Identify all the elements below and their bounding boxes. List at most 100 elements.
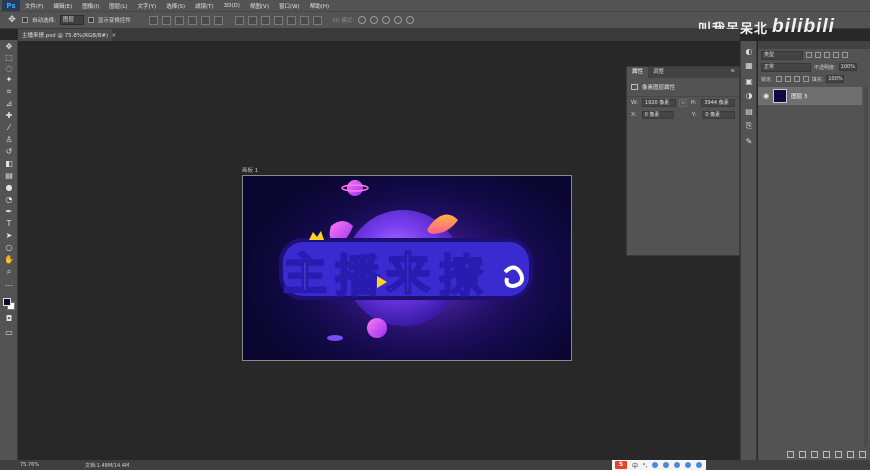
lock-position-icon[interactable] bbox=[793, 76, 800, 82]
move-tool-icon[interactable]: ✥ bbox=[3, 42, 15, 52]
kind-filter-dropdown[interactable]: 类型 bbox=[761, 50, 803, 60]
emoji-icon[interactable] bbox=[652, 462, 659, 468]
tab-properties[interactable]: 属性 bbox=[627, 67, 649, 78]
align-bottom-button[interactable] bbox=[174, 15, 184, 25]
width-field[interactable]: 1920 像素 bbox=[641, 99, 676, 107]
marquee-tool-icon[interactable]: ⬚ bbox=[3, 53, 15, 63]
zoom-level[interactable]: 75.76% bbox=[20, 462, 39, 468]
layers-scrollbar[interactable] bbox=[864, 87, 868, 447]
menu-select[interactable]: 选择(S) bbox=[161, 2, 190, 10]
type-tool-icon[interactable]: T bbox=[3, 219, 15, 229]
history-brush-icon[interactable]: ↺ bbox=[3, 147, 15, 157]
lasso-tool-icon[interactable]: ◌ bbox=[3, 64, 15, 74]
blur-tool-icon[interactable]: ● bbox=[3, 183, 15, 193]
dodge-tool-icon[interactable]: ◔ bbox=[3, 195, 15, 205]
history-panel-icon[interactable]: ⎘ bbox=[744, 121, 754, 131]
filter-shape-icon[interactable] bbox=[833, 52, 839, 58]
pen-tool-icon[interactable]: ✒ bbox=[3, 207, 15, 217]
crop-tool-icon[interactable]: ⌗ bbox=[3, 87, 15, 97]
blend-mode-dropdown[interactable]: 正常 bbox=[761, 62, 811, 72]
menu-filter[interactable]: 滤镜(T) bbox=[190, 2, 219, 10]
clone-stamp-icon[interactable]: ♙ bbox=[3, 135, 15, 145]
zoom-tool-icon[interactable]: ⌕ bbox=[3, 267, 15, 277]
new-group-icon[interactable] bbox=[835, 450, 842, 458]
libraries-panel-icon[interactable]: ▤ bbox=[744, 107, 754, 117]
lock-transparent-icon[interactable] bbox=[775, 76, 782, 82]
distribute-top-button[interactable] bbox=[234, 15, 244, 25]
menu-type[interactable]: 文字(Y) bbox=[133, 2, 162, 10]
tab-adjustments[interactable]: 调整 bbox=[648, 67, 669, 78]
move-tool-preset-icon[interactable]: ✥ bbox=[6, 14, 18, 26]
3d-slide-icon[interactable] bbox=[394, 16, 403, 24]
microphone-icon[interactable] bbox=[663, 462, 670, 468]
3d-drag-icon[interactable] bbox=[382, 16, 391, 24]
hand-tool-icon[interactable]: ✋ bbox=[3, 255, 15, 265]
auto-select-checkbox[interactable] bbox=[22, 17, 28, 23]
new-layer-icon[interactable] bbox=[847, 450, 854, 458]
foreground-color-swatch[interactable] bbox=[3, 298, 11, 306]
menu-help[interactable]: 帮助(H) bbox=[305, 2, 334, 10]
keyboard-icon[interactable] bbox=[674, 462, 681, 468]
eye-icon[interactable]: ◉ bbox=[763, 92, 769, 100]
filter-type-icon[interactable] bbox=[824, 52, 830, 58]
layer-name[interactable]: 图层 3 bbox=[791, 92, 807, 100]
distribute-vcenter-button[interactable] bbox=[247, 15, 257, 25]
panel-menu-icon[interactable]: ≡ bbox=[730, 68, 735, 74]
align-hcenter-button[interactable] bbox=[200, 15, 210, 25]
adjustment-layer-icon[interactable] bbox=[823, 450, 830, 458]
3d-rotate-icon[interactable] bbox=[358, 16, 367, 24]
distribute-bottom-button[interactable] bbox=[260, 15, 270, 25]
align-right-button[interactable] bbox=[213, 15, 223, 25]
more-tools-icon[interactable]: … bbox=[3, 279, 15, 289]
height-field[interactable]: 3944 像素 bbox=[701, 99, 736, 107]
screen-mode-icon[interactable]: ▭ bbox=[3, 328, 15, 338]
toolbox-icon[interactable] bbox=[696, 462, 703, 468]
layer-row[interactable]: ◉ 图层 3 bbox=[758, 87, 862, 105]
properties-panel-icon[interactable]: ▣ bbox=[744, 77, 754, 87]
3d-roll-icon[interactable] bbox=[370, 16, 379, 24]
show-transform-checkbox[interactable] bbox=[87, 17, 94, 23]
close-icon[interactable]: × bbox=[111, 32, 116, 39]
lock-pixels-icon[interactable] bbox=[784, 76, 791, 82]
magic-wand-icon[interactable]: ✦ bbox=[3, 75, 15, 85]
filter-adjust-icon[interactable] bbox=[815, 52, 821, 58]
menu-image[interactable]: 图像(I) bbox=[77, 2, 104, 10]
align-top-button[interactable] bbox=[148, 15, 158, 25]
eraser-icon[interactable]: ◧ bbox=[3, 159, 15, 169]
ime-toolbar[interactable]: S 中 ᵒ, bbox=[612, 460, 706, 470]
brush-tool-icon[interactable]: ⁄ bbox=[3, 123, 15, 133]
y-field[interactable]: 0 像素 bbox=[702, 111, 736, 119]
align-vcenter-button[interactable] bbox=[161, 15, 171, 25]
document-canvas[interactable]: 主 播 来 撩 bbox=[242, 175, 572, 361]
eyedropper-icon[interactable]: ⊿ bbox=[3, 99, 15, 109]
path-select-icon[interactable]: ➤ bbox=[3, 231, 15, 241]
layer-style-icon[interactable] bbox=[799, 450, 806, 458]
adjustments-panel-icon[interactable]: ◑ bbox=[744, 91, 754, 101]
healing-brush-icon[interactable]: ✚ bbox=[3, 111, 15, 121]
link-icon[interactable]: ∞ bbox=[678, 99, 688, 107]
menu-window[interactable]: 窗口(W) bbox=[274, 2, 305, 10]
menu-file[interactable]: 文件(F) bbox=[20, 2, 48, 10]
fill-field[interactable]: 100% bbox=[826, 75, 845, 83]
quick-mask-icon[interactable]: ◘ bbox=[3, 314, 15, 324]
menu-view[interactable]: 视图(V) bbox=[245, 2, 274, 10]
link-layers-icon[interactable] bbox=[787, 450, 794, 458]
align-left-button[interactable] bbox=[187, 15, 197, 25]
filter-smart-icon[interactable] bbox=[842, 52, 848, 58]
ime-punctuation-toggle[interactable]: ᵒ, bbox=[643, 462, 647, 469]
sogou-logo[interactable]: S bbox=[615, 461, 627, 469]
brush-panel-icon[interactable]: ✎ bbox=[744, 137, 754, 147]
distribute-hcenter-button[interactable] bbox=[286, 15, 296, 25]
distribute-right-button[interactable] bbox=[299, 15, 309, 25]
swatches-panel-icon[interactable]: ▦ bbox=[744, 61, 754, 71]
auto-align-button[interactable] bbox=[312, 15, 322, 25]
delete-layer-icon[interactable] bbox=[859, 450, 866, 458]
color-panel-icon[interactable]: ◐ bbox=[744, 47, 754, 57]
gradient-tool-icon[interactable]: ▤ bbox=[3, 171, 15, 181]
add-mask-icon[interactable] bbox=[811, 450, 818, 458]
distribute-left-button[interactable] bbox=[273, 15, 283, 25]
3d-scale-icon[interactable] bbox=[406, 16, 415, 24]
auto-select-dropdown[interactable]: 图层 bbox=[59, 15, 84, 25]
menu-3d[interactable]: 3D(D) bbox=[219, 3, 245, 9]
document-tab[interactable]: 主播来撩.psd @ 75.8%(RGB/8#) × bbox=[18, 29, 116, 41]
